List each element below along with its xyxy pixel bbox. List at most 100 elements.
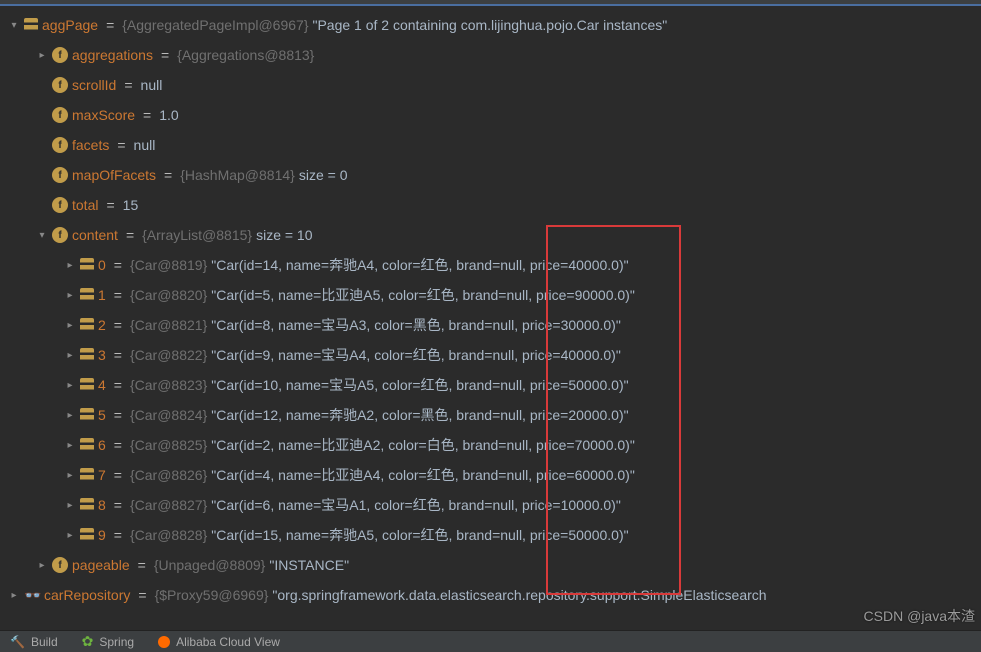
tree-row-scrollId[interactable]: f scrollId = null — [8, 70, 981, 100]
field-icon: f — [52, 107, 68, 123]
equals-sign: = — [124, 77, 132, 93]
list-item[interactable]: ▸9={Car@8828} "Car(id=15, name=奔驰A5, col… — [8, 520, 981, 550]
chevron-right-icon[interactable]: ▸ — [64, 530, 76, 541]
ref-text: {$Proxy59@6969} — [155, 587, 269, 603]
var-name: aggPage — [42, 17, 98, 33]
var-name: scrollId — [72, 77, 116, 93]
tab-alibaba[interactable]: Alibaba Cloud View — [158, 635, 280, 649]
chevron-right-icon[interactable]: ▸ — [64, 380, 76, 391]
chevron-right-icon[interactable]: ▸ — [64, 290, 76, 301]
list-item[interactable]: ▸0={Car@8819} "Car(id=14, name=奔驰A4, col… — [8, 250, 981, 280]
tab-build[interactable]: 🔨 Build — [10, 635, 58, 649]
chevron-down-icon[interactable]: ▾ — [36, 230, 48, 241]
ref-text: {Car@8826} — [130, 467, 207, 483]
var-name: mapOfFacets — [72, 167, 156, 183]
equals-sign: = — [164, 167, 172, 183]
object-icon — [80, 468, 94, 482]
equals-sign: = — [114, 317, 122, 333]
tree-row-content[interactable]: ▾ f content = {ArrayList@8815} size = 10 — [8, 220, 981, 250]
chevron-right-icon[interactable]: ▸ — [64, 440, 76, 451]
var-name: facets — [72, 137, 109, 153]
chevron-right-icon[interactable]: ▸ — [36, 560, 48, 571]
equals-sign: = — [114, 497, 122, 513]
value-text: 15 — [123, 197, 139, 213]
list-item[interactable]: ▸5={Car@8824} "Car(id=12, name=奔驰A2, col… — [8, 400, 981, 430]
list-item[interactable]: ▸3={Car@8822} "Car(id=9, name=宝马A4, colo… — [8, 340, 981, 370]
chevron-right-icon[interactable]: ▸ — [64, 470, 76, 481]
chevron-right-icon[interactable]: ▸ — [64, 410, 76, 421]
ref-text: {Car@8828} — [130, 527, 207, 543]
ref-text: {Car@8821} — [130, 317, 207, 333]
chevron-down-icon[interactable]: ▾ — [8, 20, 20, 31]
equals-sign: = — [114, 437, 122, 453]
equals-sign: = — [126, 227, 134, 243]
tree-row-aggregations[interactable]: ▸ f aggregations = {Aggregations@8813} — [8, 40, 981, 70]
value-text: "Car(id=14, name=奔驰A4, color=红色, brand=n… — [211, 255, 628, 275]
tree-row-carRepository[interactable]: ▸ 👓 carRepository = {$Proxy59@6969} "org… — [8, 580, 981, 610]
index-label: 5 — [98, 407, 106, 423]
field-icon: f — [52, 557, 68, 573]
field-icon: f — [52, 227, 68, 243]
value-text: 1.0 — [159, 107, 178, 123]
value-text: "Car(id=4, name=比亚迪A4, color=红色, brand=n… — [211, 465, 635, 485]
ref-text: {Car@8824} — [130, 407, 207, 423]
list-item[interactable]: ▸2={Car@8821} "Car(id=8, name=宝马A3, colo… — [8, 310, 981, 340]
value-text: "Car(id=8, name=宝马A3, color=黑色, brand=nu… — [211, 315, 621, 335]
list-item[interactable]: ▸ 7 = {Car@8826} "Car(id=4, name=比亚迪A4, col… — [8, 460, 981, 490]
list-item[interactable]: ▸8={Car@8827} "Car(id=6, name=宝马A1, colo… — [8, 490, 981, 520]
tab-spring[interactable]: ✿ Spring — [82, 633, 134, 650]
object-icon — [24, 18, 38, 32]
tree-row-facets[interactable]: f facets = null — [8, 130, 981, 160]
tree-row-aggPage[interactable]: ▾ aggPage = {AggregatedPageImpl@6967} "P… — [8, 10, 981, 40]
field-icon: f — [52, 167, 68, 183]
tree-row-maxScore[interactable]: f maxScore = 1.0 — [8, 100, 981, 130]
tree-row-total[interactable]: f total = 15 — [8, 190, 981, 220]
chevron-right-icon[interactable]: ▸ — [36, 50, 48, 61]
chevron-right-icon[interactable]: ▸ — [8, 590, 20, 601]
object-icon — [80, 288, 94, 302]
tab-label: Spring — [99, 635, 134, 649]
equals-sign: = — [114, 467, 122, 483]
var-name: pageable — [72, 557, 130, 573]
ref-text: {Aggregations@8813} — [177, 47, 314, 63]
value-text: "INSTANCE" — [269, 557, 349, 573]
value-text: "Car(id=10, name=宝马A5, color=红色, brand=n… — [211, 375, 628, 395]
field-icon: f — [52, 197, 68, 213]
ref-text: {Car@8825} — [130, 437, 207, 453]
var-name: carRepository — [44, 587, 130, 603]
var-name: total — [72, 197, 98, 213]
ref-text: {Car@8819} — [130, 257, 207, 273]
chevron-right-icon[interactable]: ▸ — [64, 500, 76, 511]
ref-text: {AggregatedPageImpl@6967} — [122, 17, 308, 33]
list-item[interactable]: ▸1={Car@8820} "Car(id=5, name=比亚迪A5, col… — [8, 280, 981, 310]
ref-text: {ArrayList@8815} — [142, 227, 252, 243]
equals-sign: = — [143, 107, 151, 123]
tree-row-mapOfFacets[interactable]: f mapOfFacets = {HashMap@8814} size = 0 — [8, 160, 981, 190]
ref-text: {Car@8822} — [130, 347, 207, 363]
tab-label: Build — [31, 635, 58, 649]
chevron-right-icon[interactable]: ▸ — [64, 350, 76, 361]
equals-sign: = — [138, 587, 146, 603]
index-label: 7 — [98, 467, 106, 483]
var-name: maxScore — [72, 107, 135, 123]
chevron-right-icon[interactable]: ▸ — [64, 260, 76, 271]
bottom-toolbar: 🔨 Build ✿ Spring Alibaba Cloud View — [0, 630, 981, 652]
index-label: 9 — [98, 527, 106, 543]
variables-tree: ▾ aggPage = {AggregatedPageImpl@6967} "P… — [0, 6, 981, 610]
value-text: "Car(id=12, name=奔驰A2, color=黑色, brand=n… — [211, 405, 628, 425]
ref-text: {Car@8823} — [130, 377, 207, 393]
chevron-right-icon[interactable]: ▸ — [64, 320, 76, 331]
list-item[interactable]: ▸6={Car@8825} "Car(id=2, name=比亚迪A2, col… — [8, 430, 981, 460]
size-text: size = 10 — [256, 227, 312, 243]
index-label: 1 — [98, 287, 106, 303]
hammer-icon: 🔨 — [10, 635, 25, 649]
object-icon — [80, 258, 94, 272]
index-label: 6 — [98, 437, 106, 453]
tab-label: Alibaba Cloud View — [176, 635, 280, 649]
watch-icon: 👓 — [24, 587, 40, 604]
equals-sign: = — [114, 377, 122, 393]
list-item[interactable]: ▸4={Car@8823} "Car(id=10, name=宝马A5, col… — [8, 370, 981, 400]
object-icon — [80, 438, 94, 452]
field-icon: f — [52, 47, 68, 63]
tree-row-pageable[interactable]: ▸ f pageable = {Unpaged@8809} "INSTANCE" — [8, 550, 981, 580]
